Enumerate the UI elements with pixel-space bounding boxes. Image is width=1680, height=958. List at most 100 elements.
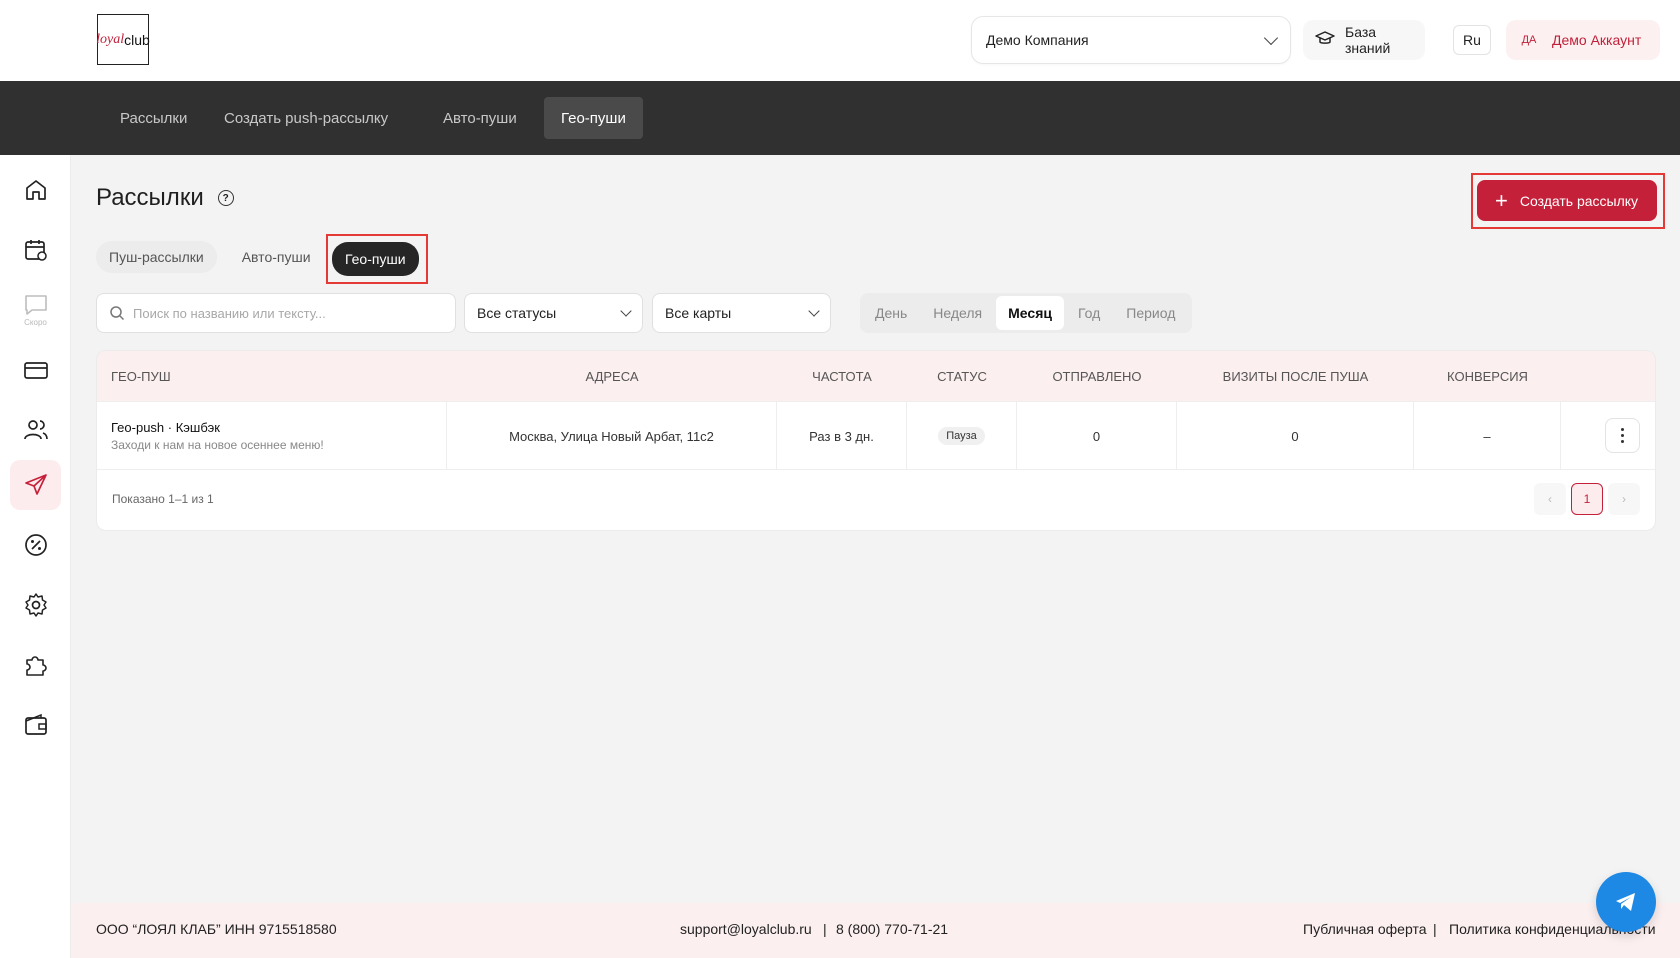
column-header[interactable]: ЧАСТОТА	[777, 351, 907, 402]
column-header[interactable]: ГЕО-ПУШ	[111, 351, 171, 402]
prev-page-button[interactable]: ‹	[1534, 483, 1566, 515]
chevron-down-icon	[620, 305, 632, 317]
sidebar-item-cards[interactable]	[10, 345, 61, 395]
wallet-icon	[24, 713, 47, 735]
geo-push-table: ГЕО-ПУШ АДРЕСА ЧАСТОТА СТАТУС ОТПРАВЛЕНО…	[96, 350, 1656, 531]
nav-mailings[interactable]: Рассылки	[103, 97, 204, 139]
chat-icon	[24, 295, 47, 315]
telegram-icon	[1616, 893, 1635, 911]
help-icon[interactable]: ?	[217, 190, 234, 206]
sidebar-item-discounts[interactable]	[10, 520, 61, 570]
period-year[interactable]: Год	[1066, 296, 1112, 330]
cards-filter-value: Все карты	[665, 305, 732, 321]
chevron-down-icon	[808, 305, 820, 317]
status-cell: Пауза	[907, 402, 1017, 470]
sent-cell: 0	[1017, 402, 1177, 470]
footer-email[interactable]: support@loyalclub.ru	[680, 921, 812, 937]
logo[interactable]: loyal club	[96, 14, 150, 65]
nav-geo-push[interactable]: Гео-пуши	[544, 97, 643, 139]
calendar-icon	[24, 240, 47, 261]
card-icon	[23, 362, 48, 379]
section-nav: Рассылки Создать push-рассылку Авто-пуши…	[0, 81, 1680, 155]
create-mailing-label: Создать рассылку	[1519, 192, 1639, 209]
next-page-button[interactable]: ›	[1608, 483, 1640, 515]
status-filter[interactable]: Все статусы	[464, 293, 643, 333]
company-name: Демо Компания	[986, 32, 1089, 48]
subtabs: Пуш-рассылки Авто-пуши	[96, 239, 324, 275]
nav-auto-push[interactable]: Авто-пуши	[426, 97, 534, 139]
sidebar-item-chat[interactable]: Скоро	[10, 285, 61, 335]
visits-cell: 0	[1177, 402, 1414, 470]
plus-icon: +	[1495, 187, 1508, 213]
subtab-auto-push[interactable]: Авто-пуши	[229, 241, 324, 273]
footer-offer-link[interactable]: Публичная оферта	[1303, 921, 1427, 937]
company-select[interactable]: Демо Компания	[971, 16, 1291, 64]
account-menu[interactable]: ДА Демо Аккаунт	[1506, 20, 1660, 60]
column-header[interactable]: СТАТУС	[907, 351, 1017, 402]
page-title: Рассылки ?	[96, 184, 234, 212]
search-input[interactable]: Поиск по названию или тексту...	[96, 293, 456, 333]
sidebar: Скоро	[0, 155, 71, 958]
sidebar-item-calendar[interactable]	[10, 225, 61, 275]
page-button[interactable]: 1	[1571, 483, 1603, 515]
subtab-geo-push[interactable]: Гео-пуши	[332, 242, 419, 276]
sidebar-item-home[interactable]	[10, 165, 61, 215]
account-name: Демо Аккаунт	[1552, 32, 1642, 48]
dot	[1621, 434, 1624, 437]
language-switch[interactable]: Ru	[1453, 25, 1491, 55]
graduation-cap-icon	[1315, 30, 1335, 50]
sidebar-item-clients[interactable]	[10, 405, 61, 455]
avatar: ДА	[1521, 34, 1537, 46]
geo-push-name: Гео-push · Кэшбэк	[111, 420, 220, 435]
sidebar-item-mailings[interactable]	[10, 460, 61, 510]
logo-part1: loyal	[96, 31, 125, 47]
settings-icon	[24, 593, 47, 617]
pagination-summary: Показано 1–1 из 1	[112, 492, 214, 506]
column-header[interactable]: ВИЗИТЫ ПОСЛЕ ПУША	[1177, 351, 1414, 402]
cards-filter[interactable]: Все карты	[652, 293, 831, 333]
table-header: ГЕО-ПУШ АДРЕСА ЧАСТОТА СТАТУС ОТПРАВЛЕНО…	[97, 351, 1655, 402]
period-month[interactable]: Месяц	[996, 296, 1064, 330]
status-filter-value: Все статусы	[477, 305, 557, 321]
geo-subtab-highlight: Гео-пуши	[326, 234, 428, 284]
users-icon	[23, 420, 48, 440]
page-title-text: Рассылки	[96, 184, 204, 211]
knowledge-base-label: База знаний	[1345, 24, 1391, 56]
pagination: ‹ 1 ›	[1534, 483, 1640, 515]
telegram-chat-button[interactable]	[1596, 872, 1656, 932]
home-icon	[25, 180, 46, 200]
app-root: loyal club Демо Компания База знаний Ru Д…	[0, 0, 1680, 958]
geo-push-cell: Гео-push · Кэшбэк Заходи к нам на новое …	[97, 402, 447, 470]
send-icon	[24, 474, 47, 495]
period-custom[interactable]: Период	[1114, 296, 1187, 330]
column-header[interactable]: АДРЕСА	[447, 351, 777, 402]
frequency-cell: Раз в 3 дн.	[777, 402, 907, 470]
footer-separator: |	[823, 921, 827, 937]
period-day[interactable]: День	[863, 296, 919, 330]
geo-push-text: Заходи к нам на новое осеннее меню!	[111, 438, 324, 452]
dot	[1621, 440, 1624, 443]
soon-label: Скоро	[24, 318, 47, 327]
discount-icon	[24, 534, 47, 556]
row-actions-button[interactable]	[1605, 418, 1640, 453]
nav-create-push[interactable]: Создать push-рассылку	[207, 97, 405, 139]
column-header[interactable]: ОТПРАВЛЕНО	[1017, 351, 1177, 402]
knowledge-base-button[interactable]: База знаний	[1303, 20, 1425, 60]
subtab-push-mailings[interactable]: Пуш-рассылки	[96, 241, 217, 273]
footer-separator: |	[1433, 921, 1437, 937]
table-row[interactable]: Гео-push · Кэшбэк Заходи к нам на новое …	[97, 402, 1655, 470]
column-header[interactable]: КОНВЕРСИЯ	[1414, 351, 1561, 402]
period-week[interactable]: Неделя	[921, 296, 994, 330]
address-cell: Москва, Улица Новый Арбат, 11с2	[447, 402, 777, 470]
footer-phone[interactable]: 8 (800) 770-71-21	[836, 921, 948, 937]
sidebar-item-wallet[interactable]	[10, 700, 61, 750]
sidebar-item-integrations[interactable]	[10, 640, 61, 690]
search-placeholder: Поиск по названию или тексту...	[133, 305, 326, 321]
footer: ООО “ЛОЯЛ КЛАБ” ИНН 9715518580 support@l…	[71, 903, 1680, 958]
sidebar-item-settings[interactable]	[10, 580, 61, 630]
period-switch: День Неделя Месяц Год Период	[860, 293, 1193, 333]
create-mailing-button[interactable]: + Создать рассылку	[1477, 180, 1657, 221]
logo-part2: club	[124, 31, 150, 48]
top-header: loyal club Демо Компания База знаний Ru Д…	[0, 0, 1680, 81]
dot	[1621, 428, 1624, 431]
